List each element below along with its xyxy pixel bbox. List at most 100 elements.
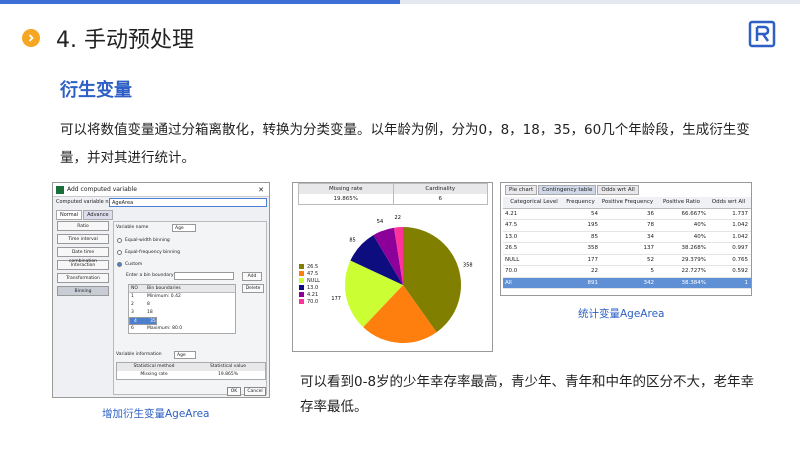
chart-stats-table: Missing rate Cardinality 19.865% 6: [298, 183, 488, 205]
section-heading: 衍生变量: [60, 80, 132, 101]
bin-value-cell: 35: [150, 319, 156, 324]
legend-swatch: [299, 292, 304, 297]
cancel-button[interactable]: Cancel: [244, 387, 266, 396]
interaction-button[interactable]: Interaction: [57, 260, 109, 270]
legend-item: 70.0: [299, 298, 320, 305]
legend-swatch: [299, 278, 304, 283]
legend-label: 4.21: [307, 291, 319, 298]
table-cell: 0.765: [732, 256, 748, 263]
bin-row[interactable]: 1 Minimum: 0.42: [129, 293, 235, 301]
table-cell: 29.379%: [681, 256, 706, 263]
table-row[interactable]: 13.0 85 34 40% 1.042: [503, 232, 751, 243]
equal-width-radio[interactable]: [117, 238, 122, 243]
delete-button[interactable]: Delete: [242, 284, 264, 293]
bin-row[interactable]: 28: [129, 301, 235, 309]
legend-swatch: [299, 299, 304, 304]
column-header[interactable]: Positive Frequency: [601, 197, 657, 208]
variable-name-input[interactable]: AgeArea: [109, 198, 267, 207]
date-time-combination-button[interactable]: Date time combination: [57, 247, 109, 264]
dialog-titlebar: Add computed variable ✕: [53, 183, 269, 197]
table-cell: 38.384%: [681, 279, 706, 286]
transformation-button[interactable]: Transformation: [57, 273, 109, 283]
close-icon[interactable]: ✕: [258, 183, 264, 197]
ratio-button[interactable]: Ratio: [57, 221, 109, 231]
bin-no-cell: 3: [131, 310, 134, 315]
add-button[interactable]: Add: [242, 272, 262, 281]
custom-label: Custom: [125, 262, 143, 267]
legend-label: 13.0: [307, 284, 319, 291]
column-header[interactable]: Frequency: [563, 197, 601, 208]
bin-table: NOBin boundaries 1Minimum: 0.42283184355…: [128, 284, 236, 334]
table-cell: 34: [647, 233, 654, 240]
variable-info-select[interactable]: Age: [174, 351, 196, 359]
bin-row[interactable]: 4 35: [129, 317, 157, 325]
legend-label: NULL: [307, 277, 320, 284]
table-cell: 66.667%: [681, 210, 706, 217]
tab-normal[interactable]: Normal: [56, 210, 83, 220]
stat-value-cell: 19.865%: [217, 372, 239, 377]
pie-chart: 358195177855422: [331, 215, 472, 351]
conclusion-text: 可以看到0-8岁的少年幸存率最高，青少年、青年和中年的区分不大，老年幸存率最低。: [300, 374, 755, 415]
legend-swatch: [299, 285, 304, 290]
bin-value-cell: 60: [143, 317, 235, 325]
table-cell: 13.0: [505, 233, 518, 240]
table-cell: 1.042: [732, 233, 748, 240]
enter-bin-label: Enter a bin boundary: [126, 273, 174, 278]
cardinality-value: 6: [438, 196, 443, 202]
legend-label: 26.5: [307, 263, 319, 270]
tab-odds-wrt-all[interactable]: Odds wrt All: [597, 185, 639, 195]
bin-no-header: NO: [131, 286, 138, 291]
table-row[interactable]: 47.5 195 78 40% 1.042: [503, 220, 751, 232]
table-cell: 1.737: [732, 210, 748, 217]
equal-width-label: Equal-width binning: [125, 238, 170, 243]
table-cell: 342: [643, 279, 655, 286]
bin-boundary-input[interactable]: [174, 272, 234, 280]
legend-item: 13.0: [299, 284, 320, 291]
bin-no-cell: 1: [131, 294, 134, 299]
table-cell: 40%: [693, 222, 706, 228]
table-cell: 195: [587, 222, 599, 228]
tab-pie-chart[interactable]: Pie chart: [505, 185, 538, 195]
table-cell: 5: [650, 268, 655, 274]
chevron-right-icon: [22, 29, 40, 47]
brand-logo-icon: [748, 20, 776, 48]
legend-item: 4.21: [299, 291, 320, 298]
ok-button[interactable]: OK: [227, 387, 241, 396]
column-header[interactable]: Odds wrt All: [709, 197, 751, 208]
bin-row[interactable]: 6 Maximum: 80.0: [129, 325, 235, 333]
table-row[interactable]: NULL 177 52 29.379% 0.765: [503, 255, 751, 266]
column-header[interactable]: Categorical Level: [503, 197, 563, 208]
table-cell: 47.5: [505, 222, 518, 228]
chart-legend: 26.5 47.5 NULL 13.0 4.21 70.0: [299, 263, 320, 305]
table-cell: 22.727%: [681, 268, 706, 274]
table-cell: 40%: [693, 233, 706, 240]
tab-contingency-table[interactable]: Contingency table: [538, 185, 597, 195]
table-cell: 22: [591, 268, 598, 274]
table-row[interactable]: 70.0 22 5 22.727% 0.592: [503, 266, 751, 278]
variable-select[interactable]: Age: [172, 224, 196, 232]
custom-radio[interactable]: [117, 262, 122, 267]
legend-label: 70.0: [307, 298, 319, 305]
pie-value-label: 54: [377, 219, 383, 225]
pie-chart-panel: Missing rateCardinality 19.865%6 3581951…: [292, 182, 493, 352]
table-row[interactable]: All 891 342 38.384% 1: [503, 277, 751, 289]
bin-no-cell: 4: [134, 319, 137, 324]
table-cell: 891: [587, 279, 599, 286]
table-row[interactable]: 4.21 54 36 66.667% 1.737: [503, 209, 751, 220]
bin-row[interactable]: 3 18: [129, 309, 235, 317]
legend-swatch: [299, 271, 304, 276]
stat-method-cell: Missing rate: [140, 372, 168, 377]
contingency-panel: Pie chart Contingency table Odds wrt All C…: [500, 182, 752, 296]
table-cell: 0.997: [732, 245, 748, 251]
table-cell: 0.592: [732, 268, 748, 274]
tab-advance[interactable]: Advance: [83, 210, 113, 220]
equal-freq-radio[interactable]: [117, 250, 122, 255]
binning-button[interactable]: Binning: [57, 286, 109, 296]
time-interval-button[interactable]: Time interval: [57, 234, 109, 244]
pie-value-label: 22: [395, 215, 401, 221]
column-header[interactable]: Positive Ratio: [657, 197, 709, 208]
top-accent-progress: [0, 0, 400, 4]
table-row[interactable]: 26.5 358 137 38.268% 0.997: [503, 243, 751, 255]
contingency-table: Categorical Level Frequency Positive Frequ…: [503, 197, 751, 289]
bin-value-cell: Maximum: 80.0: [147, 326, 183, 331]
